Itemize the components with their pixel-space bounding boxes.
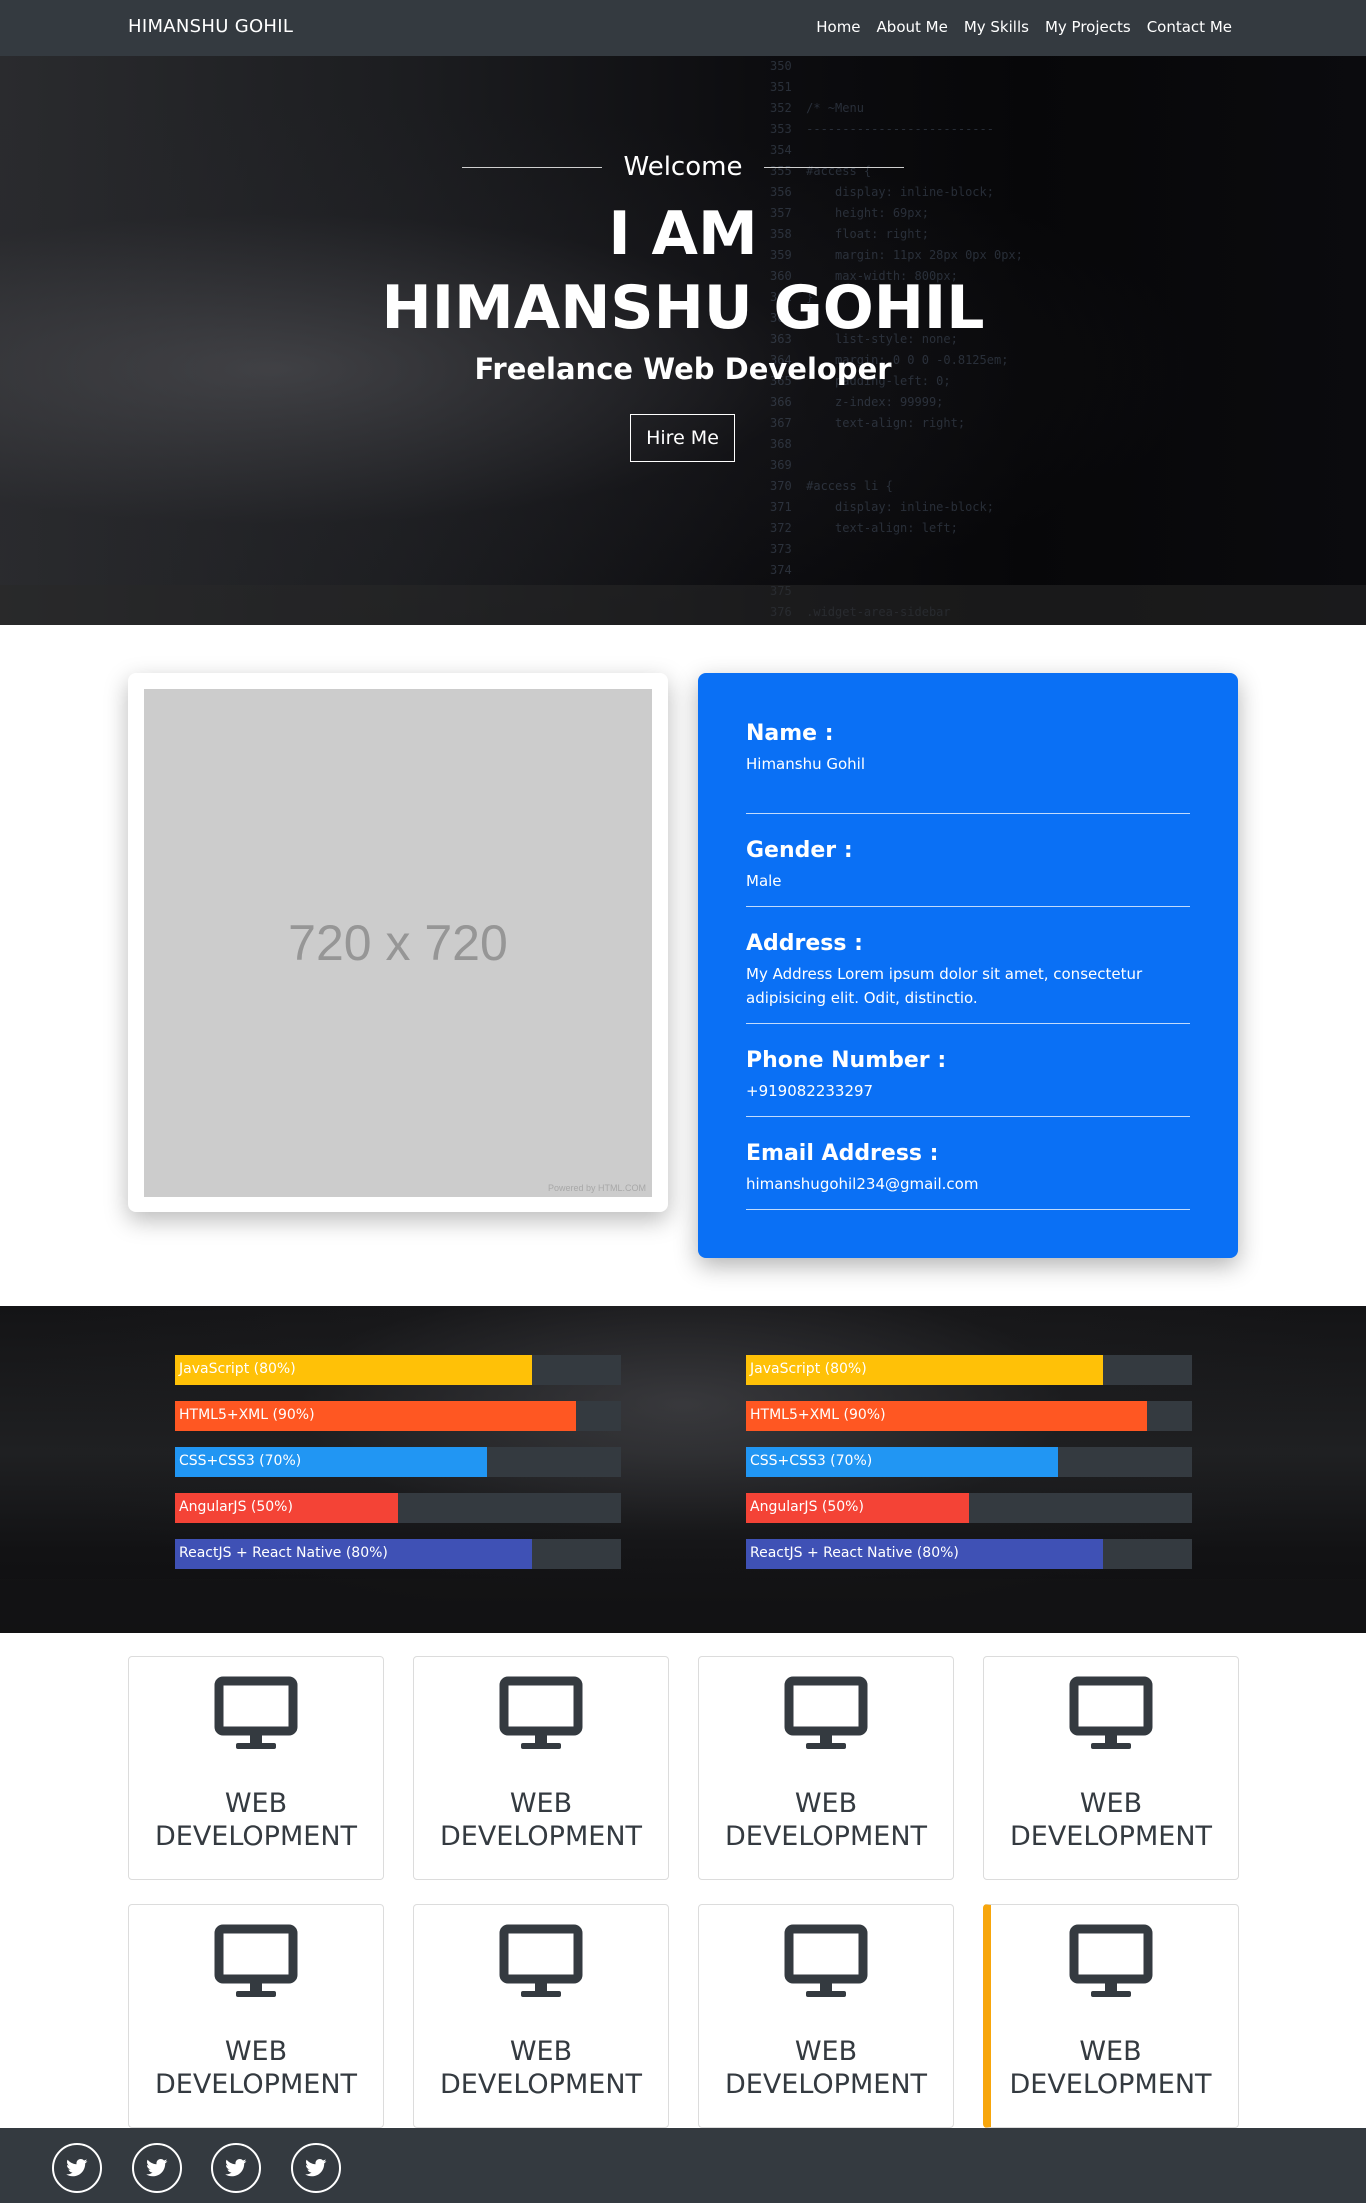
skills-section: JavaScript (80%) HTML5+XML (90%) CSS+CSS… [0,1306,1366,1633]
skill-label: ReactJS + React Native (80%) [750,1545,959,1561]
welcome-divider-left [461,166,602,168]
skill-bar: AngularJS (50%) [746,1493,1192,1523]
skill-bar: JavaScript (80%) [175,1355,621,1385]
nav-link-contact[interactable]: Contact Me [1147,18,1232,36]
skills-column-left: JavaScript (80%) HTML5+XML (90%) CSS+CSS… [175,1355,621,1585]
monitor-icon [784,1676,868,1749]
service-card[interactable]: WEB DEVELOPMENT [698,1904,954,2128]
service-title: WEB DEVELOPMENT [1009,2036,1212,2100]
hire-me-button[interactable]: Hire Me [630,414,735,462]
service-card-highlighted[interactable]: WEB DEVELOPMENT [983,1904,1239,2128]
service-title: WEB DEVELOPMENT [154,1788,358,1852]
welcome-row: Welcome [0,152,1366,182]
info-value: Himanshu Gohil [746,755,865,773]
skills-bottom-shade [0,1579,1366,1633]
service-title: WEB DEVELOPMENT [154,2036,358,2100]
skill-label: HTML5+XML (90%) [750,1407,886,1423]
twitter-link[interactable] [211,2143,261,2193]
info-item-phone: Phone Number : +919082233297 [746,1024,1190,1117]
photo-watermark: Powered by HTML.COM [547,1183,646,1193]
service-card[interactable]: WEB DEVELOPMENT [698,1656,954,1880]
skill-label: ReactJS + React Native (80%) [179,1545,388,1561]
skill-label: JavaScript (80%) [179,1361,296,1377]
monitor-icon [784,1924,868,1997]
monitor-icon [499,1924,583,1997]
service-title: WEB DEVELOPMENT [724,1788,928,1852]
skill-bar: JavaScript (80%) [746,1355,1192,1385]
monitor-icon [1069,1676,1153,1749]
brand-logo[interactable]: HIMANSHU GOHIL [128,16,293,37]
twitter-icon [146,2159,168,2177]
twitter-link[interactable] [132,2143,182,2193]
skills-column-right: JavaScript (80%) HTML5+XML (90%) CSS+CSS… [746,1355,1192,1585]
info-item-gender: Gender : Male [746,814,1190,907]
photo-placeholder-text: 720 x 720 [288,915,508,971]
skill-label: AngularJS (50%) [750,1499,864,1515]
skill-bar: ReactJS + React Native (80%) [746,1539,1192,1569]
nav-link-skills[interactable]: My Skills [964,18,1029,36]
service-card[interactable]: WEB DEVELOPMENT [128,1904,384,2128]
skill-bar: HTML5+XML (90%) [175,1401,621,1431]
monitor-icon [214,1676,298,1749]
footer [0,2128,1366,2203]
monitor-icon [214,1924,298,1997]
info-label: Name : [746,721,834,746]
info-item-address: Address : My Address Lorem ipsum dolor s… [746,907,1190,1024]
info-label: Gender : [746,838,853,863]
navbar: HIMANSHU GOHIL Home About Me My Skills M… [0,0,1366,56]
nav-link-home[interactable]: Home [816,18,860,36]
skill-bar: HTML5+XML (90%) [746,1401,1192,1431]
skill-label: HTML5+XML (90%) [179,1407,315,1423]
twitter-icon [305,2159,327,2177]
profile-photo-card: 720 x 720 Powered by HTML.COM [128,673,668,1212]
info-value: himanshugohil234@gmail.com [746,1175,979,1193]
skill-bar: CSS+CSS3 (70%) [746,1447,1192,1477]
info-item-email: Email Address : himanshugohil234@gmail.c… [746,1117,1190,1210]
hero-heading-line1: I AM [608,199,758,269]
nav-link-projects[interactable]: My Projects [1045,18,1131,36]
welcome-text: Welcome [623,152,743,182]
service-title: WEB DEVELOPMENT [439,1788,643,1852]
service-card[interactable]: WEB DEVELOPMENT [413,1656,669,1880]
monitor-icon [1069,1924,1152,1997]
service-card[interactable]: WEB DEVELOPMENT [128,1656,384,1880]
info-label: Phone Number : [746,1048,947,1073]
info-label: Email Address : [746,1141,939,1166]
service-title: WEB DEVELOPMENT [439,2036,643,2100]
nav-links: Home About Me My Skills My Projects Cont… [816,18,1232,36]
welcome-divider-right [764,166,905,168]
twitter-icon [66,2159,88,2177]
skill-label: CSS+CSS3 (70%) [179,1453,302,1469]
skill-label: JavaScript (80%) [750,1361,867,1377]
skill-bar: AngularJS (50%) [175,1493,621,1523]
skill-bar: CSS+CSS3 (70%) [175,1447,621,1477]
hero-bottom-shade [0,585,1366,625]
twitter-icon [225,2159,247,2177]
monitor-icon [499,1676,583,1749]
personal-info-card: Name : Himanshu Gohil Gender : Male Addr… [698,673,1238,1258]
info-value: My Address Lorem ipsum dolor sit amet, c… [746,965,1143,1007]
skill-label: AngularJS (50%) [179,1499,293,1515]
service-card[interactable]: WEB DEVELOPMENT [413,1904,669,2128]
nav-link-about[interactable]: About Me [877,18,948,36]
hero-subtitle: Freelance Web Developer [474,352,892,386]
twitter-link[interactable] [291,2143,341,2193]
service-title: WEB DEVELOPMENT [724,2036,928,2100]
info-value: Male [746,872,782,890]
twitter-link[interactable] [52,2143,102,2193]
profile-photo: 720 x 720 Powered by HTML.COM [144,689,652,1197]
service-card[interactable]: WEB DEVELOPMENT [983,1656,1239,1880]
hero-section: 350 351 352 /* ~Menu 353 ---------------… [0,56,1366,625]
skill-label: CSS+CSS3 (70%) [750,1453,873,1469]
info-value: +919082233297 [746,1082,874,1100]
info-item-name: Name : Himanshu Gohil [746,721,1190,814]
info-label: Address : [746,931,863,956]
hero-heading-name: HIMANSHU GOHIL [381,273,985,343]
service-title: WEB DEVELOPMENT [1009,1788,1213,1852]
skill-bar: ReactJS + React Native (80%) [175,1539,621,1569]
